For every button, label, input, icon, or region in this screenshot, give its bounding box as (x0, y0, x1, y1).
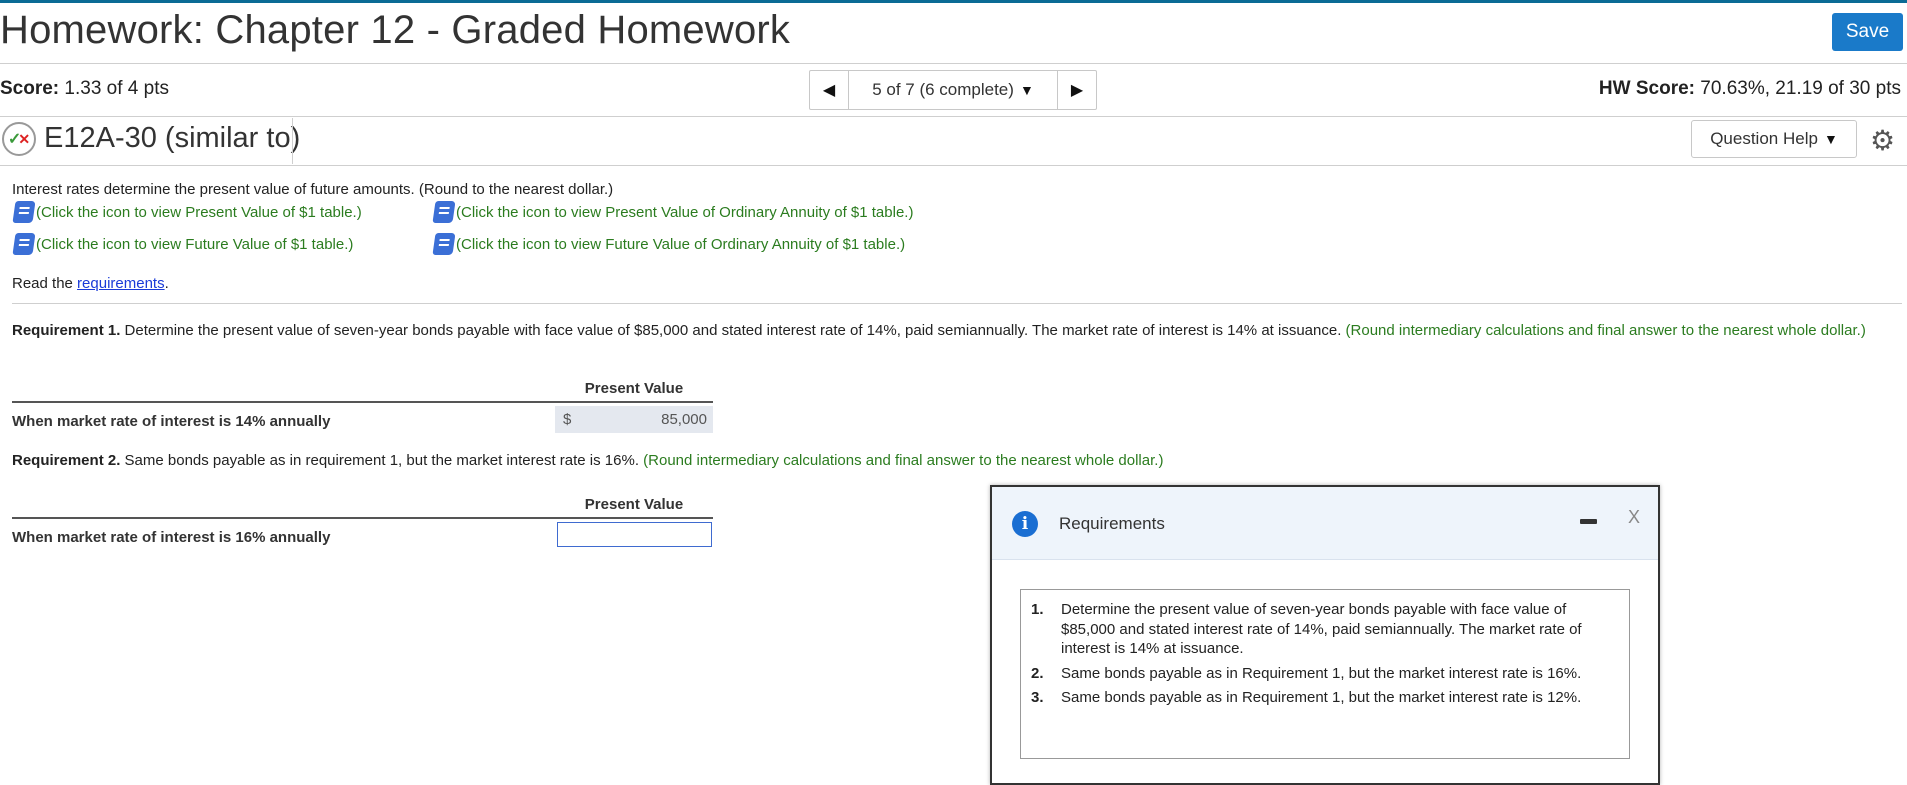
triangle-right-icon: ▶ (1070, 82, 1084, 99)
book-icon[interactable] (432, 233, 456, 255)
fv-table-link-text[interactable]: (Click the icon to view Future Value of … (36, 236, 353, 253)
book-icon[interactable] (12, 201, 36, 223)
requirement-2-body: Same bonds payable as in requirement 1, … (120, 452, 644, 469)
read-suffix: . (164, 275, 169, 292)
next-question-button[interactable]: ▶ (1057, 71, 1096, 109)
table-rule (12, 517, 713, 519)
present-value-14pct-value: 85,000 (661, 411, 707, 428)
top-accent-bar (0, 0, 1907, 3)
divider (0, 165, 1907, 166)
requirement-2-hint: (Round intermediary calculations and fin… (643, 452, 1164, 469)
requirement-1-hint: (Round intermediary calculations and fin… (1345, 322, 1866, 339)
score-value: 1.33 of 4 pts (64, 78, 169, 99)
list-item: 3. Same bonds payable as in Requirement 1… (1029, 688, 1615, 708)
list-item-text: Same bonds payable as in Requirement 1, … (1061, 689, 1582, 706)
list-item-text: Same bonds payable as in Requirement 1, … (1061, 664, 1582, 682)
currency-symbol: $ (563, 411, 572, 428)
requirement-1-text: Requirement 1. Determine the present val… (12, 321, 1892, 341)
list-item-number: 3. (1031, 689, 1044, 706)
list-item-number: 2. (1031, 664, 1044, 682)
score: Score: 1.33 of 4 pts (0, 78, 169, 100)
triangle-left-icon: ◀ (822, 82, 836, 99)
divider (0, 63, 1907, 64)
hw-score: HW Score: 70.63%, 21.19 of 30 pts (1599, 78, 1901, 100)
question-intro: Interest rates determine the present val… (12, 181, 614, 198)
question-help-label: Question Help (1710, 129, 1818, 148)
row-label-14pct: When market rate of interest is 14% annu… (12, 413, 331, 430)
save-button[interactable]: Save (1832, 13, 1903, 51)
fv-annuity-table-link[interactable]: (Click the icon to view Future Value of … (432, 233, 905, 255)
list-item: 1. Determine the present value of seven-y… (1029, 600, 1615, 659)
table-rule (12, 401, 713, 403)
partial-credit-status-icon: ✓ ✕ (2, 122, 36, 156)
read-requirements: Read the requirements. (12, 275, 169, 292)
list-item-text: Determine the present value of seven-yea… (1061, 601, 1582, 657)
divider (12, 303, 1902, 304)
requirements-popup: i Requirements X 1. Determine the present… (990, 485, 1660, 785)
pv-table-link-text[interactable]: (Click the icon to view Present Value of… (36, 204, 362, 221)
requirements-list: 1. Determine the present value of seven-y… (1020, 589, 1630, 759)
divider (292, 118, 293, 164)
fv-table-link[interactable]: (Click the icon to view Future Value of … (12, 233, 353, 255)
caret-down-icon: ▼ (1823, 131, 1838, 147)
book-icon[interactable] (12, 233, 36, 255)
question-pager: ◀ 5 of 7 (6 complete) ▼ ▶ (809, 70, 1097, 110)
divider (0, 116, 1907, 117)
popup-header[interactable]: i Requirements X (992, 487, 1658, 560)
read-prefix: Read the (12, 275, 78, 292)
question-id: E12A-30 (similar to) (44, 122, 301, 154)
fv-annuity-table-link-text[interactable]: (Click the icon to view Future Value of … (456, 236, 905, 253)
popup-title: Requirements (1059, 514, 1165, 533)
pv-annuity-table-link[interactable]: (Click the icon to view Present Value of… (432, 201, 913, 223)
caret-down-icon: ▼ (1019, 82, 1034, 98)
present-value-14pct: $ 85,000 (555, 406, 713, 433)
close-button[interactable]: X (1628, 507, 1640, 528)
requirement-2-text: Requirement 2. Same bonds payable as in … (12, 451, 1892, 471)
requirements-link[interactable]: requirements (77, 275, 165, 292)
previous-question-button[interactable]: ◀ (810, 71, 849, 109)
requirement-1-body: Determine the present value of seven-yea… (120, 322, 1346, 339)
question-progress: 5 of 7 (6 complete) (872, 80, 1014, 99)
requirement-2-label: Requirement 2. (12, 452, 121, 469)
gear-icon[interactable]: ⚙ (1870, 124, 1895, 157)
question-selector-dropdown[interactable]: 5 of 7 (6 complete) ▼ (849, 71, 1057, 109)
present-value-header: Present Value (584, 496, 684, 513)
requirement-1-label: Requirement 1. (12, 322, 121, 339)
list-item-number: 1. (1031, 601, 1044, 618)
present-value-header: Present Value (584, 380, 684, 397)
hw-score-value: 70.63%, 21.19 of 30 pts (1700, 78, 1901, 99)
hw-score-label: HW Score: (1598, 78, 1695, 99)
pv-annuity-table-link-text[interactable]: (Click the icon to view Present Value of… (456, 204, 913, 221)
book-icon[interactable] (432, 201, 456, 223)
list-item: 2. Same bonds payable as in Requirement 1… (1029, 664, 1615, 684)
row-label-16pct: When market rate of interest is 16% annu… (12, 529, 331, 546)
minimize-button[interactable] (1580, 519, 1597, 524)
present-value-16pct-input[interactable] (557, 522, 712, 547)
info-icon: i (1012, 511, 1038, 537)
score-label: Score: (0, 78, 60, 99)
page-title: Homework: Chapter 12 - Graded Homework (0, 8, 791, 52)
pv-table-link[interactable]: (Click the icon to view Present Value of… (12, 201, 362, 223)
question-help-button[interactable]: Question Help ▼ (1691, 120, 1857, 158)
